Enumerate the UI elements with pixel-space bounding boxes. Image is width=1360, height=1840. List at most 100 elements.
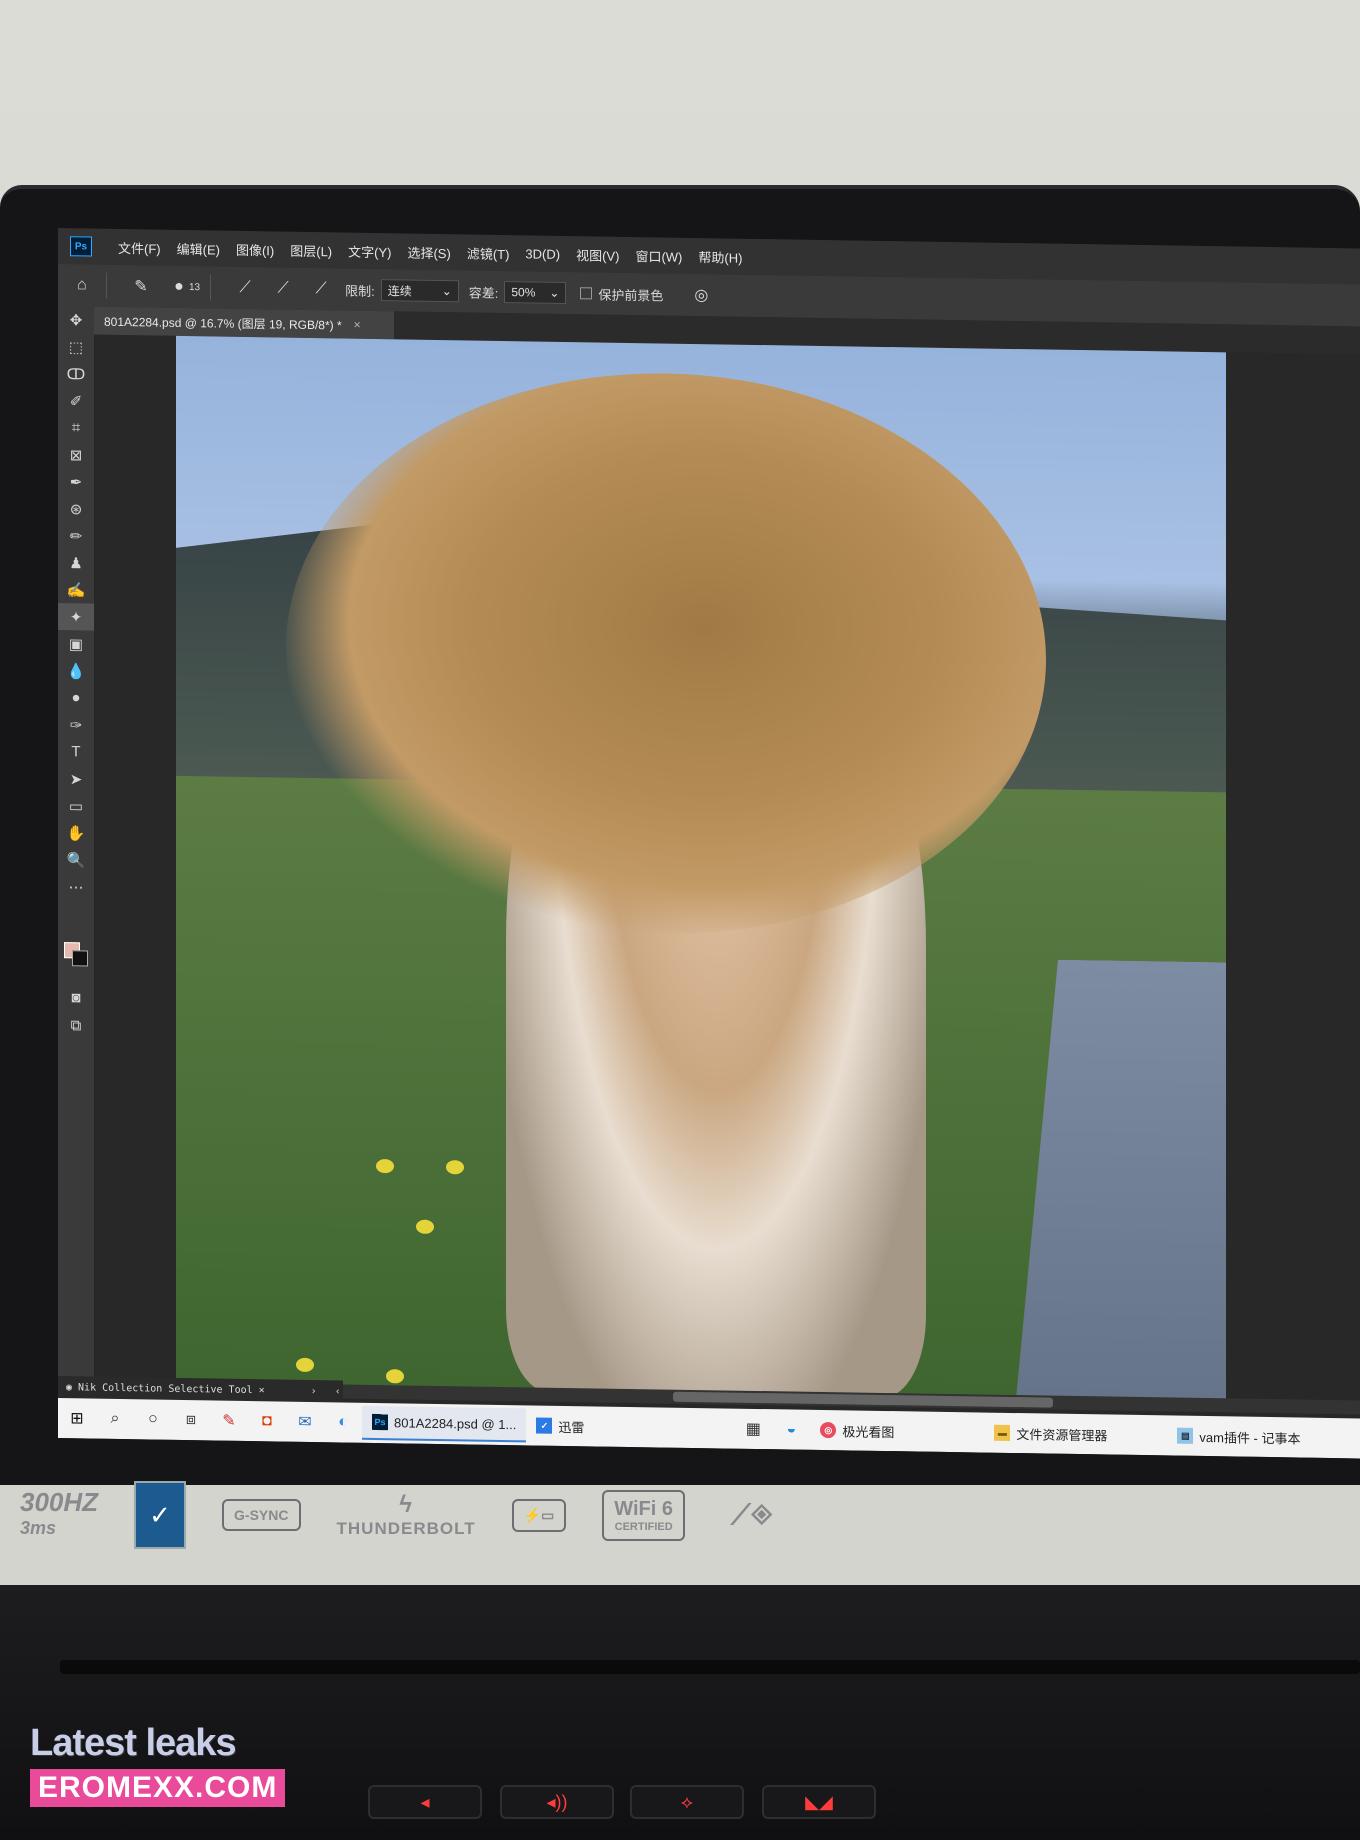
image-viewer-icon: ◎ [820,1421,837,1439]
menu-select[interactable]: 选择(S) [399,242,458,262]
watermark-site: EROMEXX.COM [30,1769,286,1807]
volume-down-key-icon[interactable]: ◂ [368,1785,482,1819]
menu-type[interactable]: 文字(Y) [340,241,399,261]
divider [210,274,212,301]
frame-tool-icon[interactable]: ⊠ [58,441,94,469]
healing-tool-icon[interactable]: ⊛ [58,495,94,523]
menu-file[interactable]: 文件(F) [110,237,169,257]
crop-tool-icon[interactable]: ⌗ [58,414,94,442]
brush-size-value: 13 [189,281,201,293]
photo-flower [446,1160,464,1175]
protect-foreground-checkbox[interactable] [580,287,593,300]
edge-icon[interactable]: ◒ [772,1409,810,1450]
home-icon[interactable]: ⌂ [68,271,96,299]
tolerance-field[interactable]: 50% ⌄ [504,281,567,304]
gradient-tool-icon[interactable]: ▣ [58,630,94,658]
pressure-icon[interactable]: ◎ [687,281,715,309]
move-tool-icon[interactable]: ✥ [58,306,94,334]
menu-window[interactable]: 窗口(W) [627,245,690,265]
menu-help[interactable]: 帮助(H) [690,246,750,266]
quick-mask-icon[interactable]: ◙ [58,984,94,1012]
taskbar-app-label: 极光看图 [842,1423,895,1440]
sampling-swatch-icon[interactable]: ⟋ [307,275,335,303]
brush-tool-icon[interactable]: ✏ [58,522,94,550]
close-icon[interactable]: × [259,1385,265,1396]
canvas-area[interactable] [94,334,1360,1437]
marquee-tool-icon[interactable]: ⬚ [58,333,94,361]
history-brush-icon[interactable]: ✍ [58,576,94,604]
photoshop-icon: Ps [372,1413,388,1431]
response-time-text: 3ms [20,1518,57,1538]
taskbar-app-photoshop[interactable]: Ps 801A2284.psd @ 1... [362,1405,527,1443]
background-eraser-icon[interactable]: ✎ [127,272,155,300]
rectangle-tool-icon[interactable]: ▭ [58,792,94,820]
quick-select-tool-icon[interactable]: ✐ [58,387,94,415]
pinned-app-icon[interactable]: ✎ [210,1400,248,1441]
divider [106,272,107,299]
chevron-down-icon: ⌄ [549,285,560,300]
background-color-swatch[interactable] [72,950,88,967]
dodge-tool-icon[interactable]: ● [58,684,94,712]
hand-tool-icon[interactable]: ✋ [58,819,94,847]
image-canvas[interactable] [176,335,1226,1403]
usb-c-badge-icon: ⚡▭ [511,1498,567,1532]
refresh-rate-badge: 300HZ 3ms [20,1489,98,1541]
folder-icon: ▬ [994,1424,1011,1441]
hinge [60,1660,1360,1674]
laptop-badges: 300HZ 3ms ✓ G-SYNC ϟ THUNDERBOLT ⚡▭ WiFi… [0,1445,1360,1585]
document-title: 801A2284.psd @ 16.7% (图层 19, RGB/8*) * [104,314,342,332]
sampling-once-icon[interactable]: ⟋ [269,274,297,302]
cortana-icon[interactable]: ○ [134,1399,172,1440]
browser-icon[interactable]: ◐ [324,1402,362,1443]
rog-key-icon[interactable]: ◣◢ [762,1785,876,1819]
limit-select[interactable]: 连续 ⌄ [380,279,459,303]
zoom-tool-icon[interactable]: 🔍 [58,846,94,874]
wifi-text: WiFi 6 [614,1497,674,1520]
photo-flower [296,1357,314,1373]
nik-panel-icon: ◉ [66,1381,73,1393]
menu-layer[interactable]: 图层(L) [282,240,340,260]
tolerance-value: 50% [511,285,536,300]
task-view-icon[interactable]: ⧈ [172,1400,210,1441]
more-tools-icon[interactable]: ⋯ [58,873,94,901]
photoshop-logo-icon[interactable]: Ps [70,236,92,257]
xunlei-icon: ✓ [536,1417,553,1434]
type-tool-icon[interactable]: T [58,738,94,766]
notepad-icon: ▤ [1177,1427,1194,1444]
menu-image[interactable]: 图像(I) [228,239,282,259]
chevron-left-icon[interactable]: ‹ [335,1386,341,1397]
store-icon[interactable]: ▦ [734,1409,772,1450]
eraser-tool-icon[interactable]: ✦ [58,603,94,631]
pen-tool-icon[interactable]: ✑ [58,711,94,739]
eyedropper-tool-icon[interactable]: ✒ [58,468,94,496]
mic-key-icon[interactable]: ⟡ [630,1785,744,1819]
photo-flower [386,1369,404,1384]
screen-mode-icon[interactable]: ⧉ [58,1012,94,1040]
menu-edit[interactable]: 编辑(E) [169,238,228,258]
thunderbolt-text: THUNDERBOLT [336,1519,476,1538]
watermark-title: Latest leaks [30,1722,237,1764]
search-icon[interactable]: ⌕ [96,1399,134,1440]
path-select-icon[interactable]: ➤ [58,765,94,793]
mail-icon[interactable]: ✉ [286,1402,324,1443]
volume-up-key-icon[interactable]: ◂)) [500,1785,614,1819]
menu-filter[interactable]: 滤镜(T) [459,243,518,263]
lasso-tool-icon[interactable]: ↀ [58,360,94,388]
taskbar-app-image-viewer[interactable]: ◎ 极光看图 [810,1413,904,1448]
chevron-right-icon[interactable]: › [311,1385,317,1396]
limit-value: 连续 [387,283,412,299]
sapphire-badge-icon: ⟋◈ [731,1498,773,1530]
menu-3d[interactable]: 3D(D) [517,246,568,262]
windows-start-icon[interactable]: ⊞ [58,1398,96,1439]
nik-panel-title: Nik Collection Selective Tool [78,1381,253,1396]
wifi-badge: WiFi 6 CERTIFIED [602,1489,686,1541]
office-icon[interactable]: ◘ [248,1401,286,1442]
blur-tool-icon[interactable]: 💧 [58,657,94,685]
taskbar-app-xunlei[interactable]: ✓ 迅雷 [526,1408,594,1443]
taskbar-app-label: 文件资源管理器 [1016,1426,1108,1443]
screen: Ps 文件(F) 编辑(E) 图像(I) 图层(L) 文字(Y) 选择(S) 滤… [58,228,1360,1459]
menu-view[interactable]: 视图(V) [568,245,627,265]
stamp-tool-icon[interactable]: ♟ [58,549,94,577]
sampling-continuous-icon[interactable]: ⟋ [231,274,259,302]
close-icon[interactable]: × [354,318,361,332]
